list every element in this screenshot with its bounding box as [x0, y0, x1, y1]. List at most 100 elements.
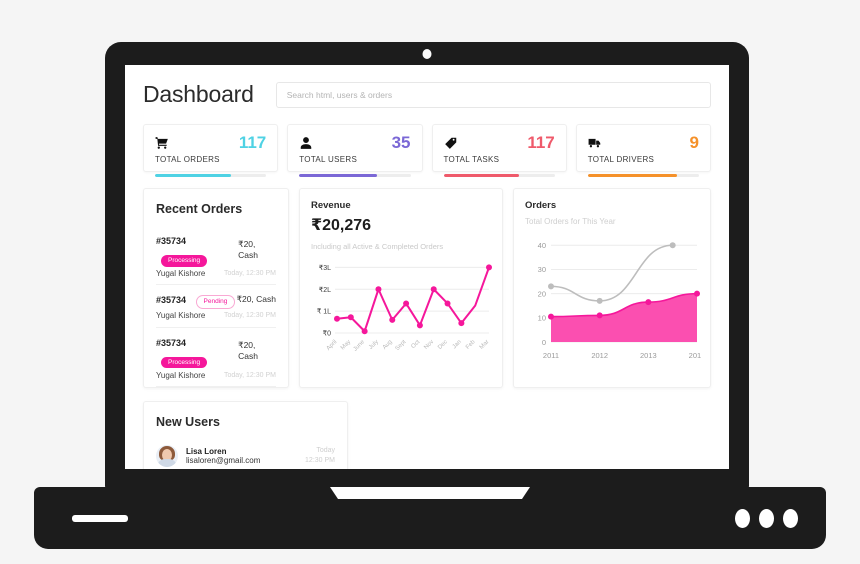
truck-icon: [588, 138, 600, 147]
svg-text:Jan: Jan: [452, 339, 463, 350]
svg-text:June: June: [353, 339, 367, 353]
stat-card-top: 117: [444, 134, 555, 151]
svg-text:May: May: [340, 339, 352, 351]
stat-value: 117: [238, 133, 267, 152]
svg-text:Nov: Nov: [423, 339, 435, 351]
status-badge: Processing: [161, 356, 208, 369]
user-time: 12:30 PM: [305, 457, 335, 464]
stat-progress-track: [299, 174, 411, 177]
user-icon: [301, 136, 312, 149]
list-item[interactable]: Lisa Loren lisaloren@gmail.com Today 12:…: [156, 439, 335, 469]
laptop-base: [34, 487, 826, 549]
order-id-group: #35734 Pending: [156, 290, 236, 310]
order-amount: ₹20, Cash: [238, 238, 259, 260]
order-customer-name: Yugal Kishore: [156, 311, 206, 321]
order-id: #35734: [156, 337, 187, 348]
user-email: lisaloren@gmail.com: [186, 456, 261, 465]
svg-text:Sept: Sept: [395, 339, 408, 352]
order-row-line1: #35734 Pending ₹20, Cash: [156, 290, 276, 310]
stat-progress-fill: [443, 174, 520, 177]
svg-text:2011: 2011: [543, 351, 559, 360]
orders-chart-svg: 0 10 20 30 40 2011 2012 2013 2014: [538, 241, 701, 360]
svg-text:Dec: Dec: [437, 339, 449, 351]
stat-card-top: 9: [588, 134, 699, 151]
revenue-amount: ₹20,276: [311, 217, 372, 234]
avatar: [156, 445, 178, 467]
order-row-line1: #35734 Processing ₹20, Cash: [156, 333, 276, 369]
orders-chart: 0 10 20 30 40 2011 2012 2013 2014: [525, 230, 701, 370]
orders-title: Orders: [525, 200, 557, 211]
status-badge: Pending: [195, 295, 236, 310]
stat-progress-fill: [299, 174, 378, 177]
svg-text:2014: 2014: [689, 351, 701, 360]
stat-label: TOTAL DRIVERS: [587, 155, 655, 164]
orders-subtitle: Total Orders for This Year: [525, 217, 616, 226]
revenue-chart: ₹0 ₹ 1L ₹2L ₹3L April May June July Aug Sept Oct No…: [311, 257, 492, 361]
order-customer-name: Yugal Kishore: [156, 370, 206, 380]
svg-text:0: 0: [542, 338, 546, 347]
order-id-group: #35734 Processing: [156, 231, 238, 267]
stat-card-total-users[interactable]: 35 TOTAL USERS: [287, 124, 423, 177]
new-users-title: New Users: [156, 415, 220, 429]
laptop-mockup: Dashboard 117 TOTAL ORDERS: [0, 0, 860, 564]
order-row[interactable]: #35734 Pending ₹20, Cash Yugal Kishore T…: [156, 285, 276, 328]
svg-text:Oct: Oct: [410, 339, 421, 350]
svg-text:July: July: [368, 339, 380, 351]
svg-text:40: 40: [538, 241, 546, 250]
laptop-screen: Dashboard 117 TOTAL ORDERS: [125, 65, 729, 469]
stat-progress-track: [155, 174, 267, 177]
order-row-line1: #35734 Processing ₹20, Cash: [156, 231, 276, 267]
svg-text:10: 10: [538, 314, 546, 323]
orders-card: Orders Total Orders for This Year 0 10 20 3…: [513, 188, 711, 388]
svg-text:Feb: Feb: [465, 339, 477, 351]
user-time-group: Today 12:30 PM: [305, 446, 335, 466]
stat-value: 9: [689, 133, 699, 152]
revenue-card: Revenue ₹20,276 Including all Active & C…: [299, 188, 503, 388]
user-meta: Lisa Loren lisaloren@gmail.com: [186, 447, 297, 465]
stat-progress-fill: [587, 174, 677, 177]
svg-text:20: 20: [538, 289, 546, 298]
stats-row: 117 TOTAL ORDERS 35 TOTAL USERS 117 TOTA…: [143, 124, 711, 177]
revenue-subtitle: Including all Active & Completed Orders: [311, 242, 444, 251]
order-id: #35734: [156, 295, 187, 306]
order-row[interactable]: #35734 Processing ₹20, Cash Yugal Kishor…: [156, 328, 276, 388]
trackpad-notch: [330, 487, 530, 499]
order-id-group: #35734 Processing: [156, 333, 238, 369]
stat-card-total-drivers[interactable]: 9 TOTAL DRIVERS: [575, 124, 711, 177]
dashboard-page: Dashboard 117 TOTAL ORDERS: [125, 65, 729, 469]
stat-card-total-orders[interactable]: 117 TOTAL ORDERS: [143, 124, 279, 177]
recent-orders-card: Recent Orders #35734 Processing ₹20, Cas…: [143, 188, 289, 388]
svg-text:₹2L: ₹2L: [319, 286, 331, 294]
order-row-line2: Yugal Kishore Today, 12:30 PM: [156, 371, 276, 380]
order-row-line2: Yugal Kishore Today, 12:30 PM: [156, 311, 276, 320]
svg-text:₹ 1L: ₹ 1L: [317, 308, 331, 316]
panels-row: Recent Orders #35734 Processing ₹20, Cas…: [143, 188, 711, 388]
status-badge: Processing: [161, 255, 208, 267]
svg-text:30: 30: [538, 265, 546, 274]
svg-text:₹3L: ₹3L: [319, 264, 331, 272]
page-title: Dashboard: [143, 81, 254, 107]
recent-orders-title: Recent Orders: [156, 202, 243, 216]
svg-text:April: April: [326, 339, 339, 352]
order-amount: ₹20, Cash: [236, 294, 276, 305]
svg-text:Aug: Aug: [382, 339, 394, 351]
search-input[interactable]: [275, 81, 711, 108]
stat-value: 35: [391, 133, 411, 152]
order-id: #35734: [156, 236, 187, 246]
stat-card-total-tasks[interactable]: 117 TOTAL TASKS: [431, 124, 567, 177]
webcam-icon: [422, 49, 432, 59]
stat-label: TOTAL USERS: [299, 155, 358, 164]
order-amount: ₹20, Cash: [238, 340, 259, 362]
stat-value: 117: [527, 133, 555, 152]
user-day: Today: [316, 447, 335, 455]
base-indicator-bar: [72, 515, 128, 522]
order-row-line2: Yugal Kishore Today, 12:30 PM: [156, 269, 276, 278]
stat-progress-track: [587, 174, 699, 177]
revenue-title: Revenue: [311, 200, 351, 211]
svg-text:2012: 2012: [591, 351, 608, 360]
order-row[interactable]: #35734 Processing ₹20, Cash Yugal Kishor…: [156, 226, 276, 286]
order-timestamp: Today, 12:30 PM: [223, 270, 276, 277]
order-customer-name: Yugal Kishore: [156, 269, 206, 278]
top-bar: Dashboard: [143, 81, 711, 108]
order-timestamp: Today, 12:30 PM: [223, 371, 276, 379]
